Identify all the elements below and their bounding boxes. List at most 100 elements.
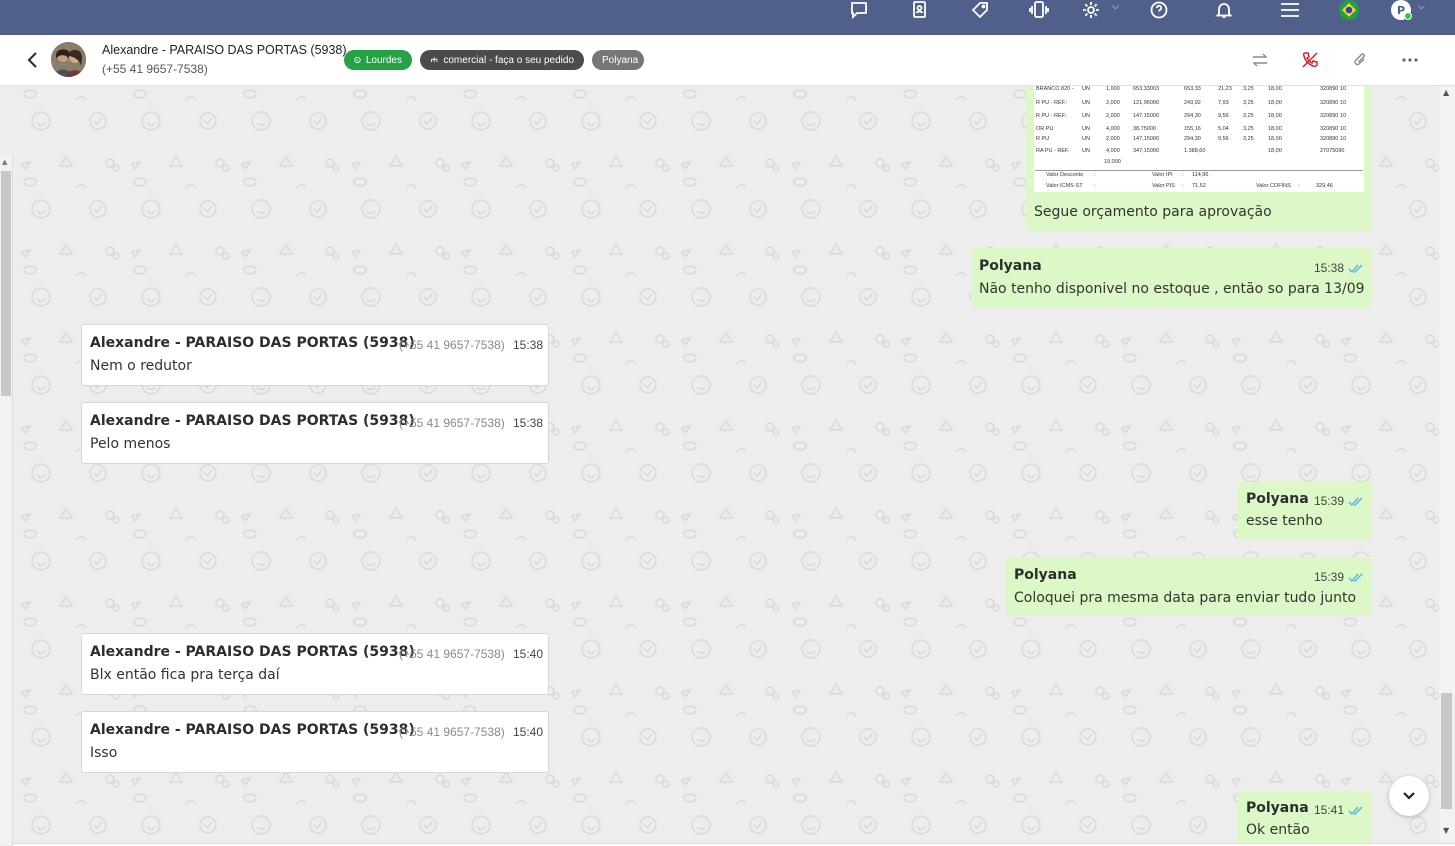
message-bubble-outgoing[interactable]: BRANCO 820 - UN 1,000 653,33003 653,33 21,23 3… bbox=[1026, 86, 1372, 231]
doc-table-cell: RA PU - REF. bbox=[1036, 148, 1070, 154]
top-navigation-bar: ⌵ P ⌵ bbox=[0, 0, 1455, 35]
menu-icon[interactable] bbox=[1278, 0, 1302, 20]
message-sender: Alexandre - PARAISO DAS PORTAS (5938) bbox=[90, 644, 415, 660]
doc-table-cell: 653,33003 bbox=[1133, 86, 1159, 92]
gear-icon[interactable] bbox=[1079, 0, 1103, 20]
doc-table-cell: 320890 10 bbox=[1320, 100, 1346, 106]
online-status-dot bbox=[1404, 12, 1412, 20]
message-bubble-incoming[interactable]: Alexandre - PARAISO DAS PORTAS (5938) (+… bbox=[81, 711, 549, 773]
tag-lourdes[interactable]: Lourdes bbox=[344, 50, 412, 70]
user-avatar[interactable]: P bbox=[1391, 0, 1412, 20]
chevron-down-icon[interactable]: ⌵ bbox=[1418, 2, 1425, 12]
message-time: 15:38 bbox=[1314, 261, 1345, 275]
message-text: esse tenho bbox=[1246, 513, 1323, 529]
chevron-down-icon bbox=[1403, 792, 1415, 800]
message-time: 15:38 bbox=[513, 416, 544, 430]
doc-table-cell: UN bbox=[1082, 113, 1090, 119]
message-sender: Polyana bbox=[1246, 491, 1309, 507]
scroll-up-arrow-icon[interactable]: ▲ bbox=[2, 158, 7, 166]
doc-table-cell: 3,25 bbox=[1243, 86, 1254, 92]
whatsapp-icon bbox=[354, 56, 361, 64]
message-text: Blx então fica pra terça daí bbox=[90, 667, 280, 683]
message-sender: Polyana bbox=[1246, 800, 1309, 816]
paperclip-icon[interactable] bbox=[1349, 50, 1371, 70]
doc-table-cell: 2,000 bbox=[1106, 100, 1120, 106]
message-time: 15:39 bbox=[1314, 494, 1345, 508]
doc-table-cell: 320890 10 bbox=[1320, 113, 1346, 119]
doc-table-cell: 18,00 bbox=[1268, 100, 1282, 106]
doc-table-cell: 7,93 bbox=[1218, 100, 1229, 106]
message-text: Isso bbox=[90, 745, 118, 761]
doc-table-cell: 294,30 bbox=[1184, 136, 1201, 142]
contact-avatar[interactable] bbox=[51, 42, 86, 77]
back-arrow-icon[interactable] bbox=[24, 50, 42, 70]
phone-vibrate-icon[interactable] bbox=[1027, 0, 1051, 20]
doc-table-cell: 347,15000 bbox=[1133, 148, 1159, 154]
doc-table-cell: 320890 10 bbox=[1320, 126, 1346, 132]
message-text: Coloquei pra mesma data para enviar tudo… bbox=[1014, 590, 1357, 606]
doc-table-cell: 243,92 bbox=[1184, 100, 1201, 106]
sidebar-scrollbar[interactable]: ▲ bbox=[0, 155, 13, 845]
scroll-to-bottom-button[interactable] bbox=[1389, 776, 1429, 816]
tag-label: Lourdes bbox=[365, 54, 402, 66]
brazil-flag-icon[interactable] bbox=[1337, 0, 1361, 20]
doc-table-cell: 4,000 bbox=[1106, 126, 1120, 132]
message-text: Nem o redutor bbox=[90, 358, 192, 374]
tag-department[interactable]: comercial - faça o seu pedido bbox=[420, 50, 584, 70]
message-time: 15:40 bbox=[513, 647, 544, 661]
scroll-down-arrow-icon[interactable]: ▼ bbox=[1443, 826, 1449, 835]
scrollbar-thumb[interactable] bbox=[1, 171, 11, 396]
bell-icon[interactable] bbox=[1212, 0, 1236, 20]
doc-table-cell: 147,15000 bbox=[1133, 136, 1159, 142]
message-bubble-incoming[interactable]: Alexandre - PARAISO DAS PORTAS (5938) (+… bbox=[81, 402, 549, 464]
read-double-check-icon bbox=[1348, 497, 1363, 507]
contact-phone: (+55 41 9657-7538) bbox=[102, 62, 208, 76]
doc-table-cell: OR PU bbox=[1036, 126, 1054, 132]
doc-table-cell: 9,56 bbox=[1218, 113, 1229, 119]
message-sender-phone: (+55 41 9657-7538) bbox=[399, 647, 505, 661]
chevron-down-icon[interactable]: ⌵ bbox=[1112, 2, 1119, 12]
end-call-icon[interactable] bbox=[1299, 50, 1321, 70]
doc-table-cell: 18,00 bbox=[1268, 136, 1282, 142]
message-bubble-incoming[interactable]: Alexandre - PARAISO DAS PORTAS (5938) (+… bbox=[81, 633, 549, 695]
doc-table-cell: 320890 10 bbox=[1320, 86, 1346, 92]
transfer-icon[interactable] bbox=[1249, 50, 1271, 70]
tag-agent[interactable]: Polyana bbox=[592, 50, 644, 70]
doc-table-cell: 3,25 bbox=[1243, 126, 1254, 132]
chat-scrollbar[interactable]: ▲ ▼ bbox=[1439, 86, 1455, 843]
contact-name: Alexandre - PARAISO DAS PORTAS (5938) bbox=[102, 43, 347, 57]
message-bubble-outgoing[interactable]: Polyana 15:39 Coloquei pra mesma data pa… bbox=[1006, 557, 1372, 616]
scroll-up-arrow-icon[interactable]: ▲ bbox=[1443, 88, 1449, 97]
doc-table-cell: 4,000 bbox=[1106, 148, 1120, 154]
chat-bubbles-icon[interactable] bbox=[847, 0, 871, 20]
document-image-preview[interactable]: BRANCO 820 - UN 1,000 653,33003 653,33 21,23 3… bbox=[1034, 86, 1364, 192]
contacts-book-icon[interactable] bbox=[907, 0, 931, 20]
doc-table-cell: R PU bbox=[1036, 136, 1050, 142]
doc-table-cell: 18,00 bbox=[1268, 126, 1282, 132]
read-double-check-icon bbox=[1348, 806, 1363, 816]
tag-icon[interactable] bbox=[968, 0, 992, 20]
message-text: Segue orçamento para aprovação bbox=[1034, 204, 1272, 220]
hierarchy-icon bbox=[430, 57, 438, 63]
message-sender: Alexandre - PARAISO DAS PORTAS (5938) bbox=[90, 335, 415, 351]
doc-table-cell: 147,15000 bbox=[1133, 113, 1159, 119]
doc-table-cell: R PU - REF.: bbox=[1036, 100, 1068, 106]
doc-table-cell: 18,00 bbox=[1268, 148, 1282, 154]
more-options-icon[interactable] bbox=[1399, 50, 1421, 70]
doc-table-cell: 2,000 bbox=[1106, 136, 1120, 142]
help-icon[interactable] bbox=[1147, 0, 1171, 20]
doc-table-cell: 3,25 bbox=[1243, 136, 1254, 142]
doc-table-cell: 21,23 bbox=[1218, 86, 1232, 92]
doc-table-cell: 18,00 bbox=[1268, 86, 1282, 92]
doc-table-cell: UN bbox=[1082, 148, 1090, 154]
doc-table-cell: 2,000 bbox=[1106, 113, 1120, 119]
message-bubble-outgoing[interactable]: Polyana 15:41 Ok então bbox=[1238, 791, 1372, 843]
chat-messages-area[interactable]: BRANCO 820 - UN 1,000 653,33003 653,33 21,23 3… bbox=[14, 86, 1439, 843]
message-bubble-outgoing[interactable]: Polyana 15:38 Não tenho disponivel no es… bbox=[971, 248, 1372, 307]
doc-table-cell: 3,25 bbox=[1243, 100, 1254, 106]
doc-divider bbox=[1035, 170, 1363, 171]
message-bubble-incoming[interactable]: Alexandre - PARAISO DAS PORTAS (5938) (+… bbox=[81, 324, 549, 386]
doc-table-cell: 294,30 bbox=[1184, 113, 1201, 119]
message-bubble-outgoing[interactable]: Polyana 15:39 esse tenho bbox=[1238, 482, 1372, 540]
scrollbar-thumb[interactable] bbox=[1441, 693, 1452, 809]
